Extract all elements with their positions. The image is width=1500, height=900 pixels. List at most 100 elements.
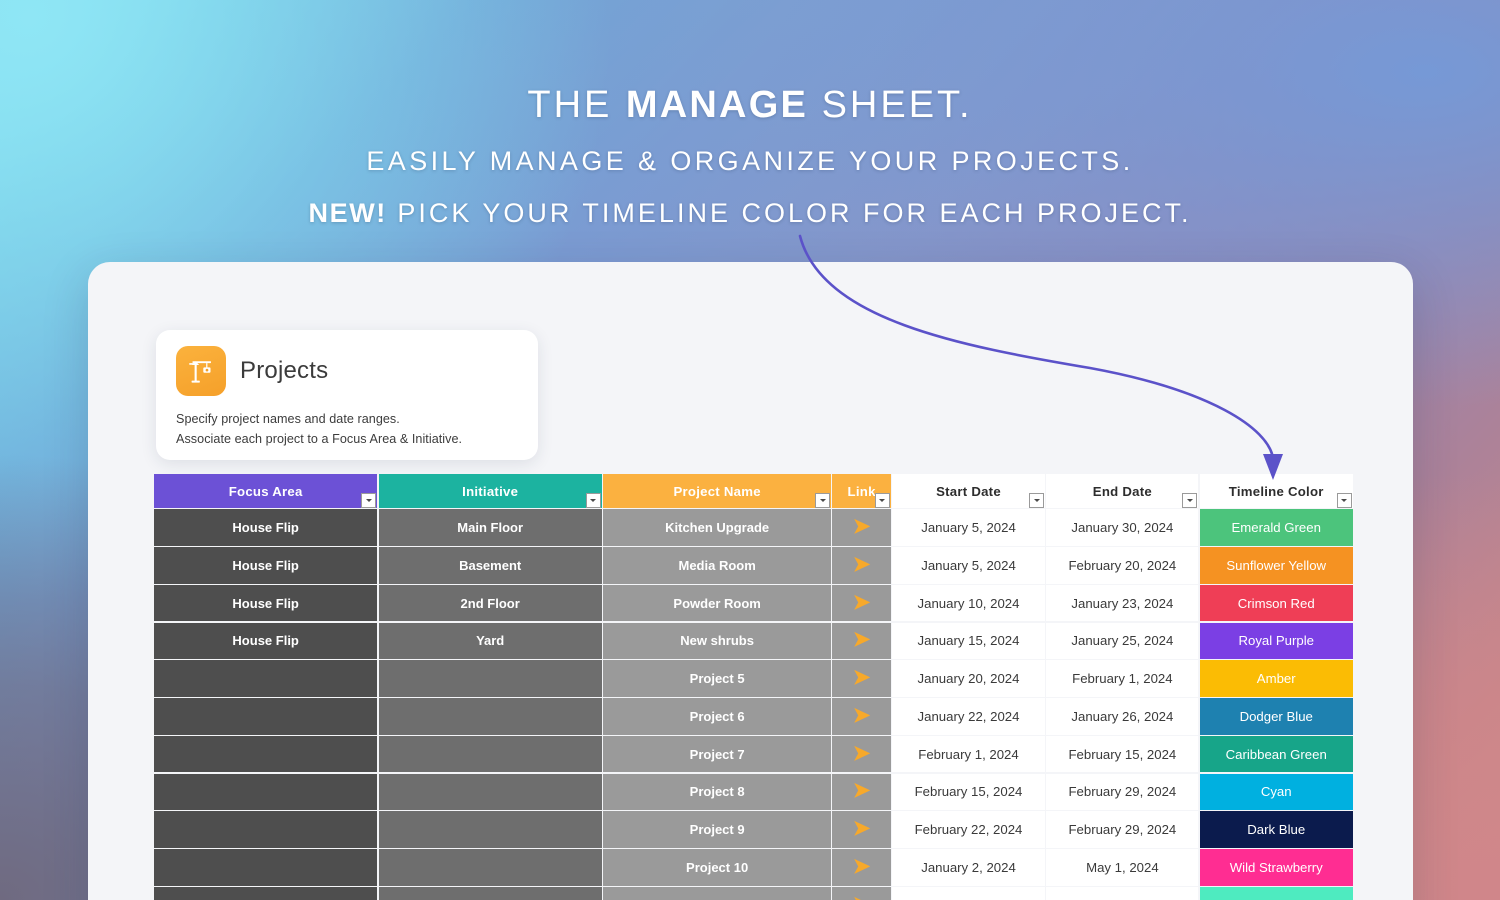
cell-project-name[interactable]: Project 10 — [603, 849, 831, 886]
cell-project-name[interactable]: Project 7 — [603, 736, 831, 773]
cell-timeline-color[interactable]: Dark Blue — [1200, 811, 1353, 848]
cell-focus-area[interactable] — [154, 774, 377, 811]
cell-initiative[interactable]: Basement — [379, 547, 602, 584]
play-arrow-icon[interactable]: ➤ — [853, 780, 871, 801]
cell-focus-area[interactable] — [154, 698, 377, 735]
play-arrow-icon[interactable]: ➤ — [853, 554, 871, 575]
table-row[interactable]: Project 5 ➤ January 20, 2024February 1, 20… — [154, 660, 1354, 697]
cell-link[interactable]: ➤ — [832, 811, 890, 848]
play-arrow-icon[interactable]: ➤ — [853, 667, 871, 688]
cell-end-date[interactable]: January 30, 2024 — [1046, 509, 1198, 546]
cell-timeline-color[interactable]: Wild Strawberry — [1200, 849, 1353, 886]
cell-end-date[interactable]: January 23, 2024 — [1046, 585, 1198, 622]
cell-start-date[interactable]: January 5, 2024 — [892, 509, 1045, 546]
cell-initiative[interactable] — [379, 660, 602, 697]
cell-timeline-color[interactable]: Caribbean Green — [1200, 736, 1353, 773]
cell-focus-area[interactable]: House Flip — [154, 509, 377, 546]
cell-timeline-color[interactable]: Dodger Blue — [1200, 698, 1353, 735]
cell-end-date[interactable]: February 1, 2024 — [1046, 660, 1198, 697]
table-row[interactable]: Project 9 ➤ February 22, 2024February 29, … — [154, 811, 1354, 848]
cell-start-date[interactable]: January 5, 2024 — [892, 547, 1045, 584]
cell-focus-area[interactable]: House Flip — [154, 623, 377, 660]
cell-timeline-color[interactable]: Sunflower Yellow — [1200, 547, 1353, 584]
cell-end-date[interactable]: January 25, 2024 — [1046, 623, 1198, 660]
cell-timeline-color[interactable]: Cyan — [1200, 774, 1353, 811]
cell-project-name[interactable]: Powder Room — [603, 585, 831, 622]
cell-start-date[interactable]: February 1, 2024 — [892, 736, 1045, 773]
play-arrow-icon[interactable]: ➤ — [853, 705, 871, 726]
cell-end-date[interactable]: February 29, 2024 — [1046, 774, 1198, 811]
table-row[interactable]: House FlipMain FloorKitchen Upgrade➤Janu… — [154, 509, 1354, 546]
cell-project-name[interactable]: Project 6 — [603, 698, 831, 735]
play-arrow-icon[interactable]: ➤ — [853, 818, 871, 839]
cell-initiative[interactable] — [379, 849, 602, 886]
table-row[interactable]: House FlipBasementMedia Room ➤ January 5, … — [154, 547, 1354, 584]
cell-end-date[interactable]: February 20, 2024 — [1046, 547, 1198, 584]
cell-project-name[interactable]: New shrubs — [603, 623, 831, 660]
cell-timeline-color[interactable]: Royal Purple — [1200, 623, 1353, 660]
cell-project-name[interactable]: Project 11 — [603, 887, 831, 900]
cell-project-name[interactable]: Project 9 — [603, 811, 831, 848]
cell-start-date[interactable]: February 15, 2024 — [892, 774, 1045, 811]
cell-link[interactable]: ➤ — [832, 547, 890, 584]
cell-initiative[interactable] — [379, 736, 602, 773]
filter-dropdown-timeline-color[interactable] — [1337, 493, 1352, 508]
table-row[interactable]: Project 6 ➤ January 22, 2024January 26, 20… — [154, 698, 1354, 735]
cell-focus-area[interactable] — [154, 887, 377, 900]
cell-focus-area[interactable] — [154, 736, 377, 773]
table-row[interactable]: Project 7 ➤ February 1, 2024February 15, 2… — [154, 736, 1354, 773]
cell-start-date[interactable]: January 20, 2024 — [892, 660, 1045, 697]
play-arrow-icon[interactable]: ➤ — [853, 629, 871, 650]
play-arrow-icon[interactable]: ➤ — [853, 894, 871, 900]
cell-project-name[interactable]: Kitchen Upgrade — [603, 509, 831, 546]
cell-link[interactable]: ➤ — [832, 623, 890, 660]
cell-timeline-color[interactable]: Amber — [1200, 660, 1353, 697]
table-row[interactable]: House Flip2nd FloorPowder Room ➤ January 1… — [154, 585, 1354, 622]
cell-project-name[interactable]: Media Room — [603, 547, 831, 584]
cell-focus-area[interactable] — [154, 849, 377, 886]
table-row[interactable]: Project 8 ➤ February 15, 2024February 29, … — [154, 774, 1354, 811]
cell-focus-area[interactable] — [154, 811, 377, 848]
cell-start-date[interactable]: January 2, 2024 — [892, 849, 1045, 886]
cell-link[interactable]: ➤ — [832, 849, 890, 886]
cell-timeline-color[interactable]: Crimson Red — [1200, 585, 1353, 622]
cell-end-date[interactable]: May 1, 2024 — [1046, 849, 1198, 886]
cell-end-date[interactable]: January 26, 2024 — [1046, 698, 1198, 735]
cell-link[interactable]: ➤ — [832, 887, 890, 900]
cell-initiative[interactable]: Yard — [379, 623, 602, 660]
cell-project-name[interactable]: Project 5 — [603, 660, 831, 697]
cell-link[interactable]: ➤ — [832, 585, 890, 622]
cell-initiative[interactable] — [379, 811, 602, 848]
table-row[interactable]: Project 10 ➤ January 2, 2024May 1, 2024Wil… — [154, 849, 1354, 886]
cell-link[interactable]: ➤ — [832, 774, 890, 811]
play-arrow-icon[interactable]: ➤ — [853, 592, 871, 613]
cell-initiative[interactable]: Main Floor — [379, 509, 602, 546]
cell-timeline-color[interactable]: Turquoise — [1200, 887, 1353, 900]
cell-start-date[interactable]: February 22, 2024 — [892, 811, 1045, 848]
play-arrow-icon[interactable]: ➤ — [853, 743, 871, 764]
cell-initiative[interactable] — [379, 887, 602, 900]
cell-end-date[interactable]: February 29, 2024 — [1046, 811, 1198, 848]
cell-link[interactable]: ➤ — [832, 698, 890, 735]
cell-start-date[interactable]: January 10, 2024 — [892, 585, 1045, 622]
cell-start-date[interactable]: January 15, 2024 — [892, 623, 1045, 660]
cell-timeline-color[interactable]: Emerald Green — [1200, 509, 1353, 546]
cell-focus-area[interactable]: House Flip — [154, 585, 377, 622]
cell-end-date[interactable]: February 15, 2024 — [1046, 736, 1198, 773]
table-row[interactable]: House FlipYardNew shrubs ➤ January 15, 202… — [154, 623, 1354, 660]
cell-link[interactable]: ➤ — [832, 509, 890, 546]
cell-initiative[interactable]: 2nd Floor — [379, 585, 602, 622]
filter-dropdown-focus-area[interactable] — [361, 493, 376, 508]
cell-focus-area[interactable] — [154, 660, 377, 697]
filter-dropdown-initiative[interactable] — [586, 493, 601, 508]
cell-initiative[interactable] — [379, 698, 602, 735]
cell-project-name[interactable]: Project 8 — [603, 774, 831, 811]
cell-start-date[interactable]: January 3, 2024 — [892, 887, 1045, 900]
play-arrow-icon[interactable]: ➤ — [853, 856, 871, 877]
cell-start-date[interactable]: January 22, 2024 — [892, 698, 1045, 735]
table-row[interactable]: Project 11➤January 3, 2024May 1, 2024Tur… — [154, 887, 1354, 900]
cell-initiative[interactable] — [379, 774, 602, 811]
cell-link[interactable]: ➤ — [832, 736, 890, 773]
cell-focus-area[interactable]: House Flip — [154, 547, 377, 584]
column-header-focus-area[interactable]: Focus Area — [154, 474, 377, 508]
